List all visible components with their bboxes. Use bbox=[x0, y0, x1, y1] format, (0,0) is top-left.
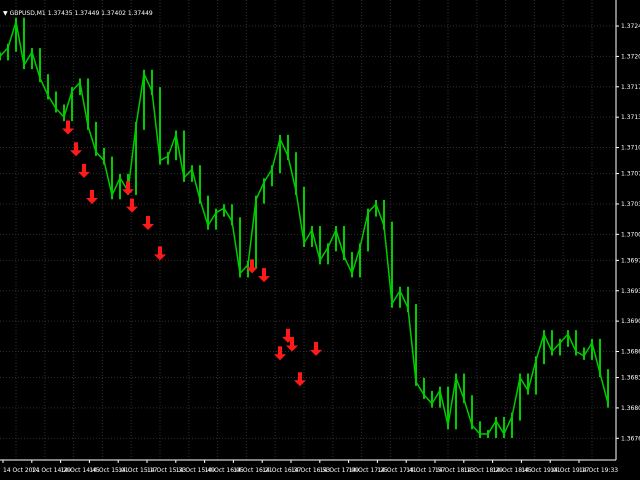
price-segment bbox=[487, 420, 497, 435]
price-segment bbox=[159, 155, 169, 162]
price-segment bbox=[263, 168, 273, 183]
price-segment bbox=[63, 90, 73, 118]
price-segment bbox=[559, 333, 569, 344]
price-segment bbox=[375, 203, 385, 226]
price-segment bbox=[183, 168, 193, 179]
price-segment bbox=[231, 221, 241, 274]
price-segment bbox=[591, 342, 601, 374]
price-segment bbox=[583, 342, 593, 357]
sell-arrow-icon bbox=[310, 341, 322, 356]
y-tick-label: 1.36900 bbox=[621, 318, 640, 325]
price-segment bbox=[551, 342, 561, 353]
y-tick-label: 1.36765 bbox=[621, 435, 640, 442]
price-segment bbox=[167, 134, 177, 157]
y-tick-label: 1.37170 bbox=[621, 84, 640, 91]
price-segment bbox=[543, 333, 553, 352]
price-segment bbox=[79, 82, 89, 126]
price-segment bbox=[143, 73, 153, 92]
price-segment bbox=[407, 308, 417, 382]
sell-arrow-icon bbox=[154, 246, 166, 261]
price-segment bbox=[503, 416, 513, 435]
price-segment bbox=[207, 212, 217, 227]
price-segment bbox=[575, 350, 585, 357]
price-segment bbox=[567, 333, 577, 352]
price-segment bbox=[519, 377, 529, 391]
y-tick-label: 1.36835 bbox=[621, 375, 640, 382]
x-tick-label: 14 Oct 19:33 bbox=[579, 467, 618, 474]
y-tick-label: 1.37000 bbox=[621, 231, 640, 238]
price-segment bbox=[319, 246, 329, 261]
y-tick-label: 1.36800 bbox=[621, 405, 640, 412]
price-segment bbox=[415, 381, 425, 396]
price-segment bbox=[423, 394, 433, 405]
price-segment bbox=[39, 77, 49, 96]
sell-arrow-icon bbox=[78, 163, 90, 178]
price-segment bbox=[111, 177, 121, 196]
price-segment bbox=[511, 377, 521, 417]
price-segment bbox=[359, 212, 369, 248]
sell-arrow-icon bbox=[274, 346, 286, 361]
price-segment bbox=[239, 264, 249, 274]
y-tick-label: 1.36935 bbox=[621, 288, 640, 295]
price-segment bbox=[247, 199, 257, 265]
price-segment bbox=[47, 95, 57, 109]
y-tick-label: 1.37240 bbox=[621, 23, 640, 30]
price-segment bbox=[255, 181, 265, 200]
price-segment bbox=[303, 229, 313, 244]
sell-arrow-icon bbox=[142, 216, 154, 230]
price-segment bbox=[135, 73, 145, 126]
price-segment bbox=[455, 377, 465, 400]
price-segment bbox=[327, 229, 337, 248]
sell-arrow-icon bbox=[126, 198, 138, 213]
price-segment bbox=[399, 290, 409, 309]
price-segment bbox=[127, 125, 137, 192]
price-segment bbox=[391, 290, 401, 305]
y-tick-label: 1.36865 bbox=[621, 349, 640, 356]
price-segment bbox=[23, 51, 33, 66]
price-segment bbox=[495, 420, 505, 435]
price-segment bbox=[343, 255, 353, 274]
y-tick-label: 1.37135 bbox=[621, 114, 640, 121]
price-segment bbox=[151, 91, 161, 161]
price-segment bbox=[15, 21, 25, 66]
sell-arrow-icon bbox=[86, 189, 98, 204]
price-segment bbox=[351, 247, 361, 274]
price-segment bbox=[535, 333, 545, 361]
y-tick-label: 1.37205 bbox=[621, 53, 640, 60]
price-segment bbox=[279, 138, 289, 157]
sell-arrow-icon bbox=[70, 142, 82, 157]
price-segment bbox=[295, 190, 305, 244]
price-chart[interactable]: 1.37240 1.37205 1.37170 1.37135 1.37100 1.370… bbox=[0, 0, 640, 480]
price-segment bbox=[87, 125, 97, 153]
y-tick-label: 1.37035 bbox=[621, 201, 640, 208]
y-tick-label: 1.37100 bbox=[621, 145, 640, 152]
sell-arrow-icon bbox=[258, 268, 270, 283]
chart-window[interactable]: ▼ GBPUSD,M1 1.37435 1.37449 1.37402 1.37… bbox=[0, 0, 640, 480]
price-segment bbox=[55, 107, 65, 118]
price-segment bbox=[447, 377, 457, 426]
price-segment bbox=[103, 160, 113, 196]
price-segment bbox=[0, 47, 9, 57]
y-tick-label: 1.37070 bbox=[621, 171, 640, 178]
price-segment bbox=[175, 134, 185, 179]
price-segment bbox=[431, 390, 441, 404]
y-tick-label: 1.36970 bbox=[621, 257, 640, 264]
price-segment bbox=[271, 138, 281, 170]
price-segment bbox=[463, 399, 473, 426]
price-segment bbox=[367, 203, 377, 214]
sell-arrow-icon bbox=[62, 120, 74, 135]
price-segment bbox=[471, 424, 481, 435]
price-segment bbox=[223, 207, 233, 222]
